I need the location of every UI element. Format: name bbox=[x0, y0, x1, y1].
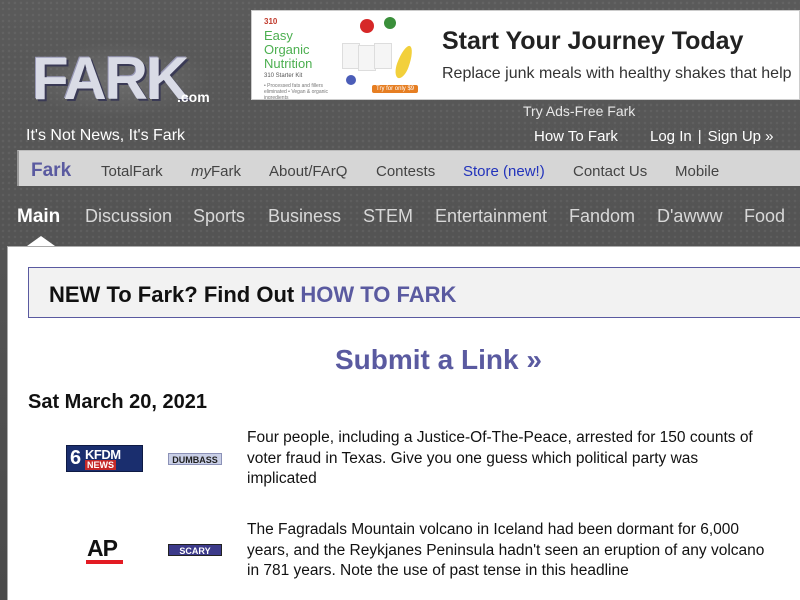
nav-store[interactable]: Store (new!) bbox=[463, 163, 545, 180]
nav-contact[interactable]: Contact Us bbox=[573, 163, 647, 180]
tab-discussion[interactable]: Discussion bbox=[85, 206, 172, 227]
greens-icon bbox=[384, 17, 396, 29]
kfdm-news-label: NEWS bbox=[85, 460, 116, 470]
source-logo-ap[interactable]: AP bbox=[86, 535, 124, 565]
new-to-fark-prefix: NEW To Fark? Find Out bbox=[49, 282, 301, 307]
kfdm-channel-number: 6 bbox=[70, 447, 82, 469]
new-to-fark-text: NEW To Fark? Find Out HOW TO FARK bbox=[49, 282, 456, 308]
nav-myfark-suffix: Fark bbox=[211, 163, 241, 180]
how-to-fark-banner-link[interactable]: HOW TO FARK bbox=[300, 282, 456, 307]
date-heading: Sat March 20, 2021 bbox=[28, 391, 207, 413]
nav-contests[interactable]: Contests bbox=[376, 163, 435, 180]
submit-link-button[interactable]: Submit a Link » bbox=[335, 344, 542, 376]
story-tag-scary[interactable]: SCARY bbox=[168, 544, 222, 556]
ad-body-text: Replace junk meals with healthy shakes t… bbox=[442, 65, 792, 82]
advertisement-banner[interactable]: 310 Easy Organic Nutrition 310 Starter K… bbox=[251, 10, 800, 100]
ad-kit-subtitle: 310 Starter Kit bbox=[264, 73, 303, 79]
account-links: Log In | Sign Up » bbox=[650, 128, 774, 145]
ad-cta-badge: Try for only $9 bbox=[372, 85, 419, 93]
source-logo-kfdm[interactable]: 6 KFDM NEWS bbox=[66, 445, 143, 472]
strawberry-icon bbox=[360, 19, 374, 33]
story-tag-dumbass[interactable]: DUMBASS bbox=[168, 453, 222, 465]
new-to-fark-banner: NEW To Fark? Find Out HOW TO FARK bbox=[28, 267, 800, 318]
ap-wordmark: AP bbox=[87, 535, 118, 561]
ad-headline: Start Your Journey Today bbox=[442, 27, 744, 55]
nav-about[interactable]: About/FArQ bbox=[269, 163, 347, 180]
nav-fark[interactable]: Fark bbox=[31, 160, 71, 182]
ad-kit-bullets: • Processed fats and fillers eliminated … bbox=[264, 83, 329, 100]
story-headline[interactable]: The Fagradals Mountain volcano in Icelan… bbox=[247, 520, 767, 582]
ad-brand-label: 310 bbox=[264, 17, 278, 26]
tab-sports[interactable]: Sports bbox=[193, 206, 245, 227]
story-headline[interactable]: Four people, including a Justice-Of-The-… bbox=[247, 428, 767, 490]
signup-link[interactable]: Sign Up » bbox=[708, 128, 774, 145]
logo-wordmark: FARK bbox=[32, 45, 189, 112]
blueberry-icon bbox=[346, 75, 356, 85]
nav-mobile[interactable]: Mobile bbox=[675, 163, 719, 180]
tab-food[interactable]: Food bbox=[744, 206, 785, 227]
ads-free-link[interactable]: Try Ads-Free Fark bbox=[523, 103, 635, 119]
tab-entertainment[interactable]: Entertainment bbox=[435, 206, 547, 227]
login-link[interactable]: Log In bbox=[650, 128, 692, 145]
ad-product-image: 310 Easy Organic Nutrition 310 Starter K… bbox=[260, 15, 420, 100]
tab-main[interactable]: Main bbox=[17, 206, 60, 228]
link-separator: | bbox=[697, 128, 702, 145]
ap-red-bar bbox=[86, 560, 123, 564]
nav-totalfark[interactable]: TotalFark bbox=[101, 163, 163, 180]
fark-logo[interactable]: FARK .com bbox=[22, 42, 217, 122]
nav-myfark[interactable]: myFark bbox=[191, 163, 241, 180]
ad-kit-title: Easy Organic Nutrition bbox=[264, 28, 313, 71]
banana-icon bbox=[392, 43, 416, 81]
active-tab-indicator bbox=[27, 236, 55, 246]
logo-tld: .com bbox=[177, 89, 210, 105]
nav-myfark-prefix: my bbox=[191, 163, 211, 180]
tab-stem[interactable]: STEM bbox=[363, 206, 413, 227]
tab-dawww[interactable]: D'awww bbox=[657, 206, 722, 227]
tab-fandom[interactable]: Fandom bbox=[569, 206, 635, 227]
how-to-fark-link[interactable]: How To Fark bbox=[534, 128, 618, 145]
top-navigation-bar: Fark TotalFark myFark About/FArQ Contest… bbox=[17, 150, 800, 186]
product-pack-icon bbox=[374, 43, 392, 69]
tab-business[interactable]: Business bbox=[268, 206, 341, 227]
site-tagline: It's Not News, It's Fark bbox=[26, 127, 186, 144]
